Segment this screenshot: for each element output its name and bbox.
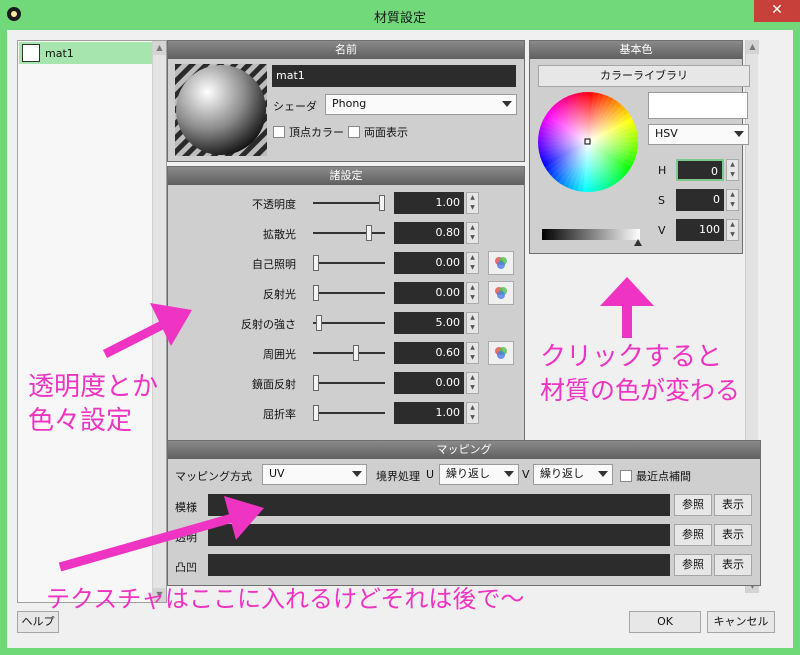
annotation-arrows [58, 277, 654, 572]
arrow-to-color [622, 304, 632, 338]
arrow-to-textures-head [224, 496, 264, 540]
annotation-texture-note: テクスチャはここに入れるけどそれは後で～ [46, 585, 525, 613]
arrow-to-textures [58, 512, 238, 572]
arrow-to-settings [102, 317, 171, 359]
annotation-color-line1: クリックすると [540, 342, 723, 372]
annotation-color-line2: 材質の色が変わる [540, 376, 741, 405]
annotation-settings-line1: 透明度とか [28, 372, 159, 402]
annotation-settings-line2: 色々設定 [28, 406, 133, 436]
material-settings-window: 材質設定 ✕ mat1 ▲ ▼ 名前 mat1 シェーダ Phong 頂点カラー… [0, 0, 800, 655]
arrow-to-color-head [600, 277, 654, 306]
